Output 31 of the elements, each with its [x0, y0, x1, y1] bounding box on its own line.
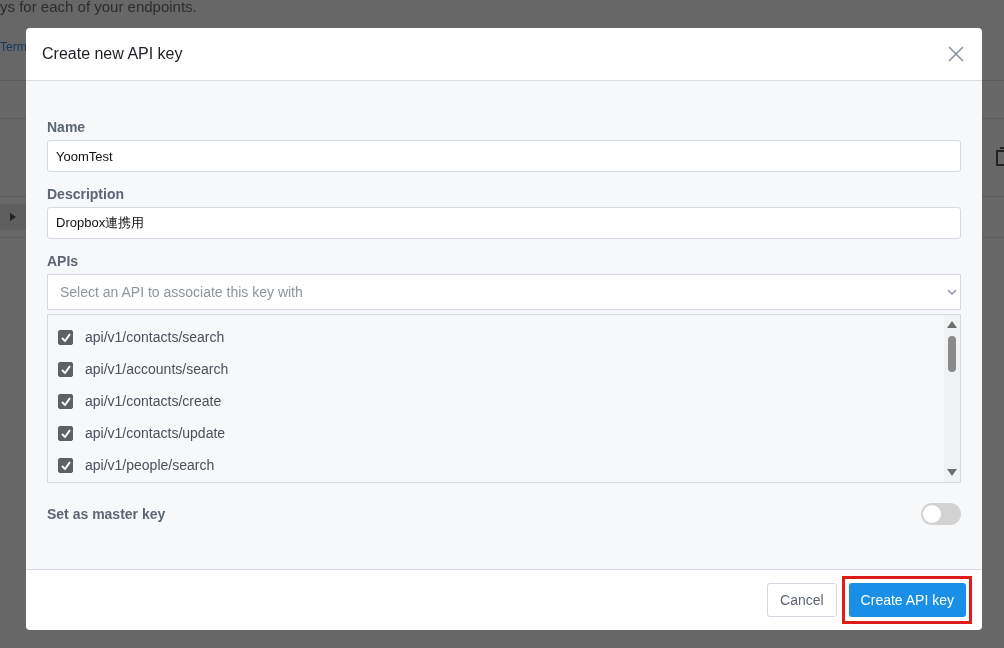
checkbox[interactable]	[58, 425, 73, 441]
scroll-down-icon[interactable]	[947, 469, 957, 476]
api-name: api/v1/contacts/create	[85, 393, 222, 409]
api-select[interactable]: Select an API to associate this key with	[47, 274, 961, 310]
text-field[interactable]: YoomTest	[47, 140, 961, 172]
checkbox[interactable]	[58, 457, 73, 473]
field-label: Description	[47, 186, 125, 202]
api-name: api/v1/contacts/update	[85, 425, 226, 441]
scrollbar[interactable]	[944, 315, 960, 482]
toggle-switch[interactable]	[921, 503, 961, 525]
checkbox[interactable]	[58, 329, 73, 345]
close-button[interactable]	[948, 46, 964, 62]
dialog-title: Create new API key	[42, 45, 183, 63]
toggle-label: Set as master key	[47, 506, 166, 522]
scrollbar-thumb[interactable]	[948, 336, 956, 372]
cancel-button[interactable]: Cancel	[767, 583, 837, 617]
field-label: APIs	[47, 253, 80, 269]
page-description: ys for each of your endpoints.	[0, 0, 197, 13]
expand-toggle[interactable]	[0, 204, 26, 230]
caret-icon	[10, 213, 16, 221]
api-name: api/v1/contacts/search	[85, 329, 225, 345]
checkbox[interactable]	[58, 393, 73, 409]
create-button[interactable]: Create API key	[848, 583, 966, 617]
api-name: api/v1/accounts/search	[85, 361, 229, 377]
close-icon	[948, 46, 964, 62]
checkbox[interactable]	[58, 361, 73, 377]
api-name: api/v1/people/search	[85, 457, 215, 473]
scroll-up-icon[interactable]	[947, 321, 957, 328]
text-field[interactable]: Dropbox連携用	[47, 207, 961, 239]
chevron-down-icon	[947, 289, 957, 295]
field-label: Name	[47, 119, 87, 135]
